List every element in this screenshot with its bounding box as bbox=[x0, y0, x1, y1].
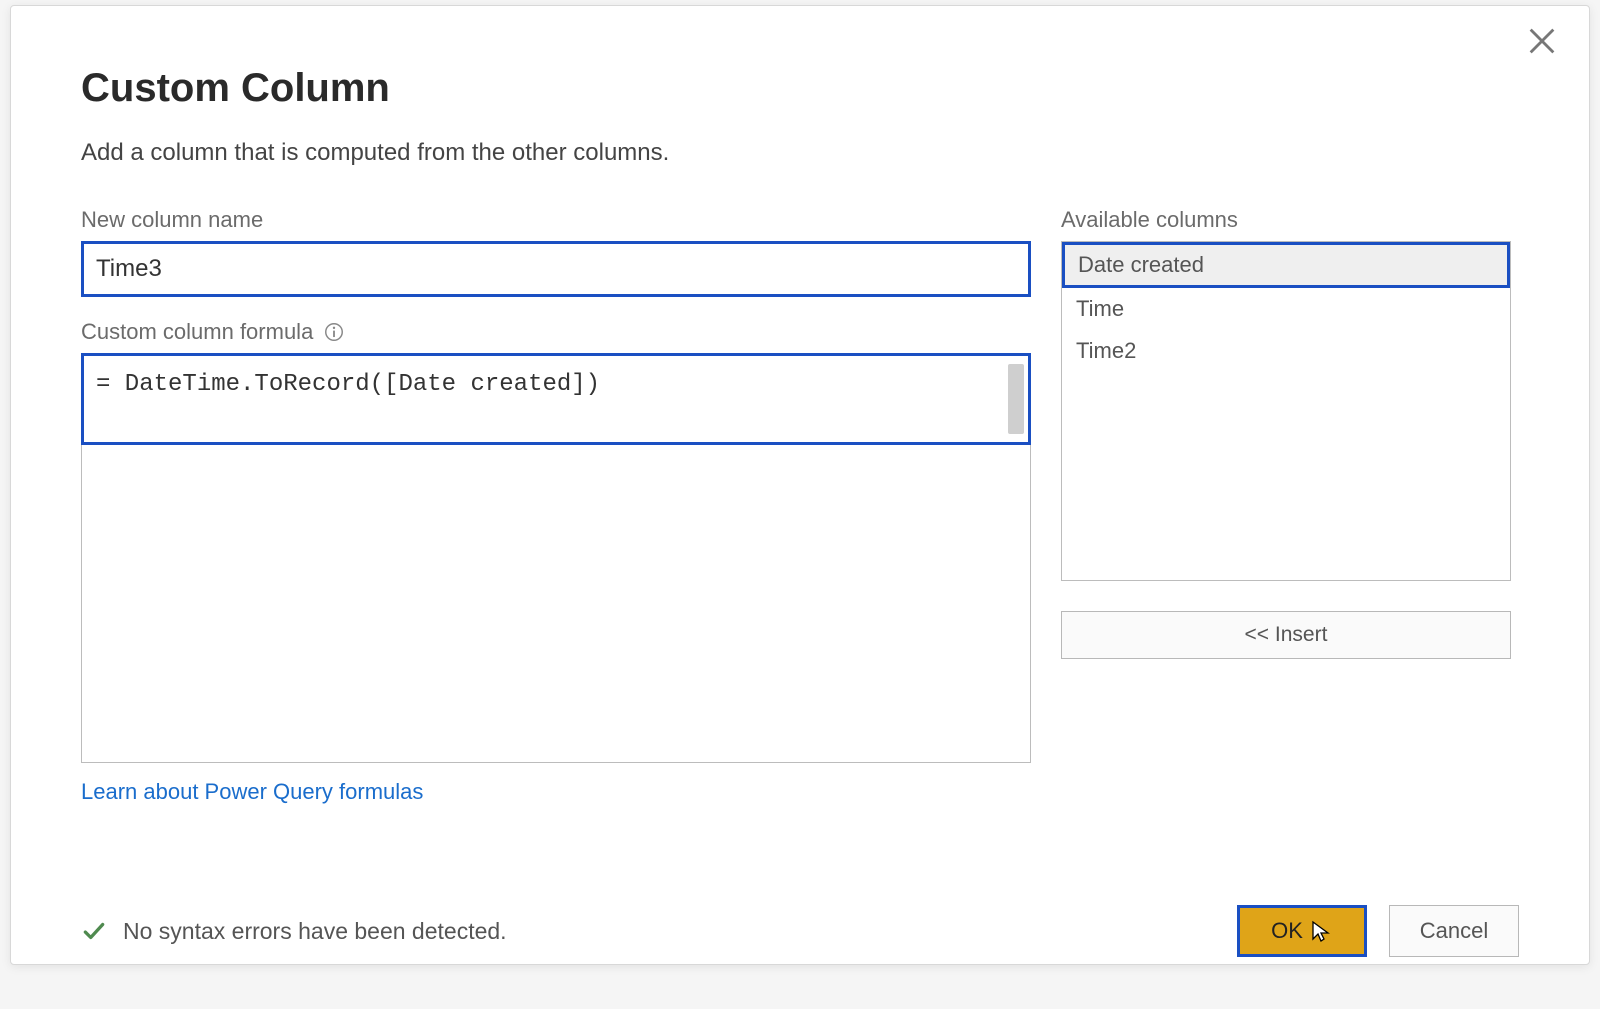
new-column-name-input[interactable] bbox=[81, 241, 1031, 297]
formula-editor bbox=[81, 353, 1031, 763]
formula-label-row: Custom column formula bbox=[81, 319, 1031, 345]
learn-link[interactable]: Learn about Power Query formulas bbox=[81, 779, 423, 805]
custom-column-formula-label: Custom column formula bbox=[81, 319, 313, 345]
cursor-icon bbox=[1309, 919, 1333, 943]
dialog-title: Custom Column bbox=[81, 66, 1519, 111]
cancel-button[interactable]: Cancel bbox=[1389, 905, 1519, 957]
ok-button[interactable]: OK bbox=[1237, 905, 1367, 957]
insert-button[interactable]: << Insert bbox=[1061, 611, 1511, 659]
formula-scrollbar[interactable] bbox=[1008, 364, 1024, 434]
available-columns-label: Available columns bbox=[1061, 207, 1511, 233]
custom-column-formula-input[interactable] bbox=[82, 354, 1000, 762]
close-button[interactable] bbox=[1525, 24, 1559, 58]
close-icon bbox=[1525, 24, 1559, 58]
info-icon[interactable] bbox=[323, 321, 345, 343]
new-column-name-label: New column name bbox=[81, 207, 1031, 233]
available-column-item[interactable]: Date created bbox=[1064, 244, 1508, 286]
available-column-item[interactable]: Time bbox=[1062, 288, 1510, 330]
syntax-status: No syntax errors have been detected. bbox=[81, 918, 507, 945]
ok-button-label: OK bbox=[1271, 918, 1303, 944]
dialog-buttons: OK Cancel bbox=[1237, 905, 1519, 957]
check-icon bbox=[81, 918, 107, 944]
custom-column-dialog: Custom Column Add a column that is compu… bbox=[10, 5, 1590, 965]
syntax-status-text: No syntax errors have been detected. bbox=[123, 918, 507, 945]
dialog-subtitle: Add a column that is computed from the o… bbox=[81, 139, 1519, 167]
available-columns-list[interactable]: Date createdTimeTime2 bbox=[1061, 241, 1511, 581]
available-column-item[interactable]: Time2 bbox=[1062, 330, 1510, 372]
